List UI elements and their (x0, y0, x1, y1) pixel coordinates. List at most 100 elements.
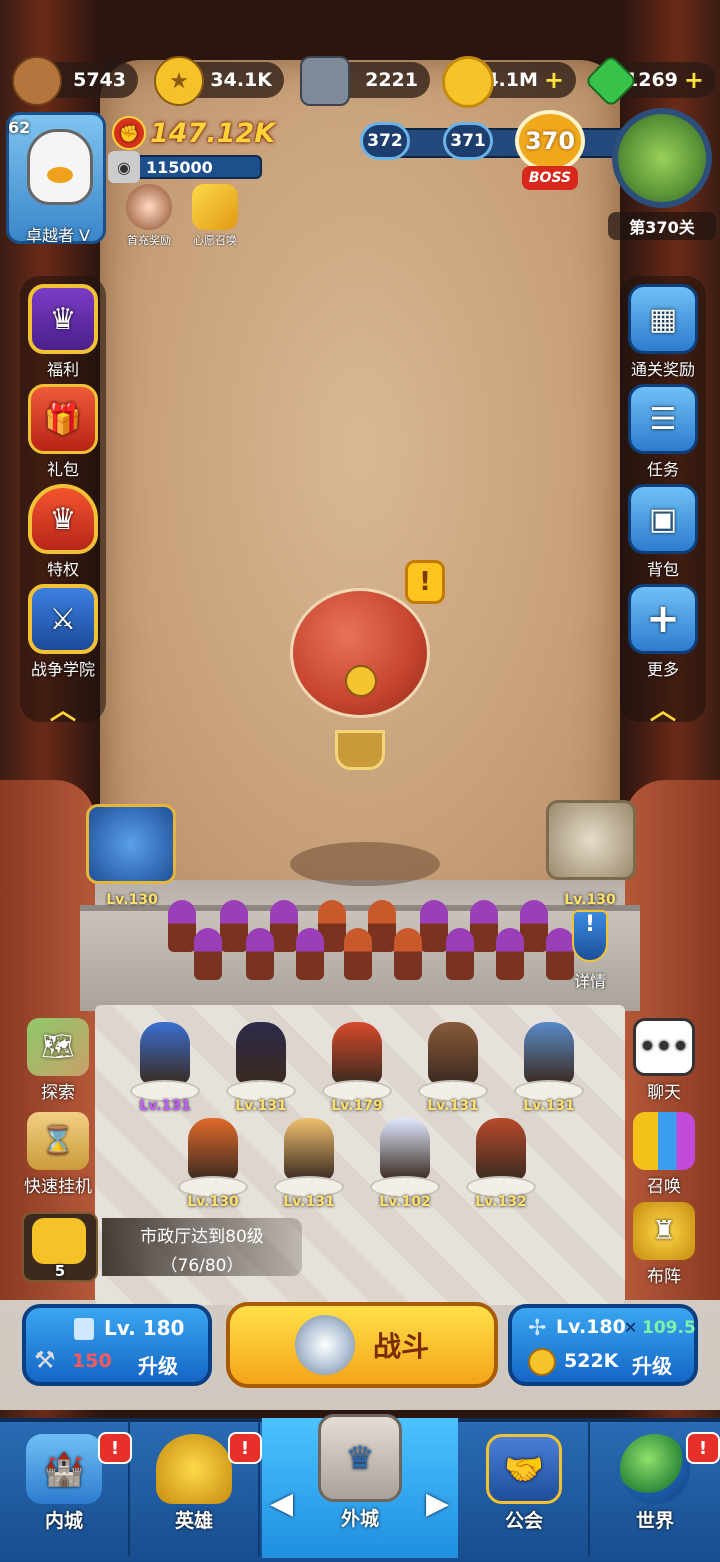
nav-next-arrow-icon[interactable]: ▶ (426, 1486, 450, 1526)
left-tower[interactable] (86, 804, 176, 884)
details-label[interactable]: 详情 (560, 968, 620, 992)
nav-heroes-label: 英雄 (174, 1510, 213, 1532)
menu-tasks[interactable]: ☰ 任务 (620, 384, 706, 480)
menu-war-academy-label: 战争学院 (30, 660, 95, 679)
menu-gift-pack-label: 礼包 (46, 460, 79, 479)
nav-world-alert-badge: ! (686, 1432, 720, 1464)
tool-quick-idle[interactable]: ⌛ 快速挂机 (18, 1112, 98, 1197)
backpack-icon: ▣ (628, 484, 698, 554)
menu-clear-reward[interactable]: ▦ 通关奖励 (620, 284, 706, 380)
hero-figure (332, 1022, 382, 1084)
menu-welfare-label: 福利 (46, 360, 79, 379)
menu-gift-pack[interactable]: 🎁 礼包 (20, 384, 106, 480)
menu-more[interactable]: + 更多 (620, 584, 706, 680)
castle-upgrade-button[interactable]: Lv. 180 ⚒ 150 升级 (22, 1304, 212, 1386)
menu-privilege[interactable]: ♛ 特权 (20, 484, 106, 580)
exp-value: 115000 (146, 157, 213, 177)
resource-stone-value: 2221 (365, 69, 418, 91)
stage-label: 第370关 (608, 212, 716, 240)
resource-gem[interactable]: 1269 + (584, 54, 716, 108)
nav-heroes-alert-badge: ! (228, 1432, 262, 1464)
hero-slot[interactable]: Lv.102 (370, 1118, 440, 1210)
hero-slot[interactable]: Lv.132 (466, 1118, 536, 1210)
fight-label: 战斗 (372, 1330, 429, 1363)
resource-gold-token[interactable]: ★ 34.1K (154, 56, 284, 106)
crown-badge-icon: ♛ (28, 284, 98, 354)
nav-outer-city[interactable]: ♛ 外城 (295, 1404, 425, 1540)
nav-inner-city-label: 内城 (44, 1510, 83, 1532)
nav-guild[interactable]: 🤝 公会 (460, 1420, 590, 1556)
add-coin-button[interactable]: + (544, 66, 564, 94)
log-icon (12, 56, 62, 106)
alert-icon[interactable]: ! (405, 560, 445, 604)
crossed-swords-small-icon: ✕ (624, 1318, 638, 1337)
tool-formation-label: 布阵 (647, 1267, 681, 1287)
soldier (296, 928, 324, 980)
balloon-shadow (290, 842, 440, 886)
menu-more-label: 更多 (646, 660, 679, 679)
castle-level: Lv. 180 (104, 1316, 185, 1340)
tool-quick-idle-label: 快速挂机 (24, 1177, 92, 1197)
world-map-button[interactable] (612, 108, 712, 208)
hero-slot[interactable]: Lv.179 (322, 1022, 392, 1114)
soldier (496, 928, 524, 980)
privilege-crown-icon: ♛ (28, 484, 98, 554)
hero-slot[interactable]: Lv.130 (178, 1118, 248, 1210)
collapse-right-menu-chevron-icon[interactable]: ︿ (643, 690, 683, 726)
event-first-recharge[interactable]: 首充奖励 (118, 184, 180, 248)
event-wish-summon-label: 心愿召唤 (193, 234, 237, 247)
stage-node-372[interactable]: 372 (360, 122, 410, 160)
task-list-icon: ☰ (628, 384, 698, 454)
add-gem-button[interactable]: + (684, 66, 704, 94)
details-banner-icon[interactable]: ! (572, 910, 608, 962)
nav-prev-arrow-icon[interactable]: ◀ (270, 1486, 294, 1526)
fight-button[interactable]: 战斗 (226, 1302, 498, 1388)
handshake-icon: 🤝 (486, 1434, 562, 1504)
hero-slot[interactable]: Lv.131 (274, 1118, 344, 1210)
tool-chat[interactable]: ••• 聊天 (624, 1018, 704, 1103)
quest-progress: （76/80） (160, 1256, 244, 1276)
hero-figure (380, 1118, 430, 1180)
quest-tracker[interactable]: 市政厅达到80级 （76/80） 5 (22, 1212, 302, 1282)
player-level: 62 (8, 118, 31, 137)
resource-stone[interactable]: 2221 (300, 56, 430, 106)
quest-text-box: 市政厅达到80级 （76/80） (102, 1218, 302, 1276)
star-coin-icon: ★ (154, 56, 204, 106)
combat-power: ✊ 147.12K (112, 116, 275, 150)
event-wish-summon[interactable]: 心愿召唤 (184, 184, 246, 248)
tool-formation[interactable]: ♜ 布阵 (624, 1202, 704, 1287)
hero-level: Lv.130 (187, 1194, 239, 1210)
castle-small-icon (74, 1318, 94, 1340)
stage-node-current[interactable]: 370 (515, 110, 585, 172)
soldier (246, 928, 274, 980)
right-tower-level: Lv.130 (564, 892, 616, 908)
resource-coin[interactable]: 14.1M + (442, 56, 576, 108)
soldier (344, 928, 372, 980)
hero-slot[interactable]: Lv.131 (226, 1022, 296, 1114)
hero-level: Lv.131 (283, 1194, 335, 1210)
hero-slot[interactable]: Lv.131 (514, 1022, 584, 1114)
tool-summon[interactable]: 召唤 (624, 1112, 704, 1197)
exp-bar: ◉ 115000 (108, 151, 262, 183)
menu-welfare[interactable]: ♛ 福利 (20, 284, 106, 380)
hero-figure (140, 1022, 190, 1084)
menu-backpack[interactable]: ▣ 背包 (620, 484, 706, 580)
hot-air-balloon[interactable] (290, 588, 430, 718)
hero-figure (284, 1118, 334, 1180)
menu-tasks-label: 任务 (646, 460, 679, 479)
soldier (470, 900, 498, 952)
menu-clear-reward-label: 通关奖励 (630, 360, 695, 379)
menu-war-academy[interactable]: ⚔ 战争学院 (20, 584, 106, 680)
player-name: 卓越者 V (25, 226, 91, 245)
right-ballista-tower[interactable] (546, 800, 636, 880)
gold-trophy-icon (32, 1218, 86, 1264)
hero-slot[interactable]: Lv.131 (130, 1022, 200, 1114)
stage-node-371[interactable]: 371 (443, 122, 493, 160)
hero-slot[interactable]: Lv.131 (418, 1022, 488, 1114)
tool-explore[interactable]: 🗺 探索 (18, 1018, 98, 1103)
resource-wood[interactable]: 5743 (12, 56, 138, 106)
hero-level: Lv.102 (379, 1194, 431, 1210)
collapse-left-menu-chevron-icon[interactable]: ︿ (43, 690, 83, 726)
soldier (368, 900, 396, 952)
army-upgrade-button[interactable]: ✢ Lv.180 ✕ 109.5 522K 升级 (508, 1304, 698, 1386)
